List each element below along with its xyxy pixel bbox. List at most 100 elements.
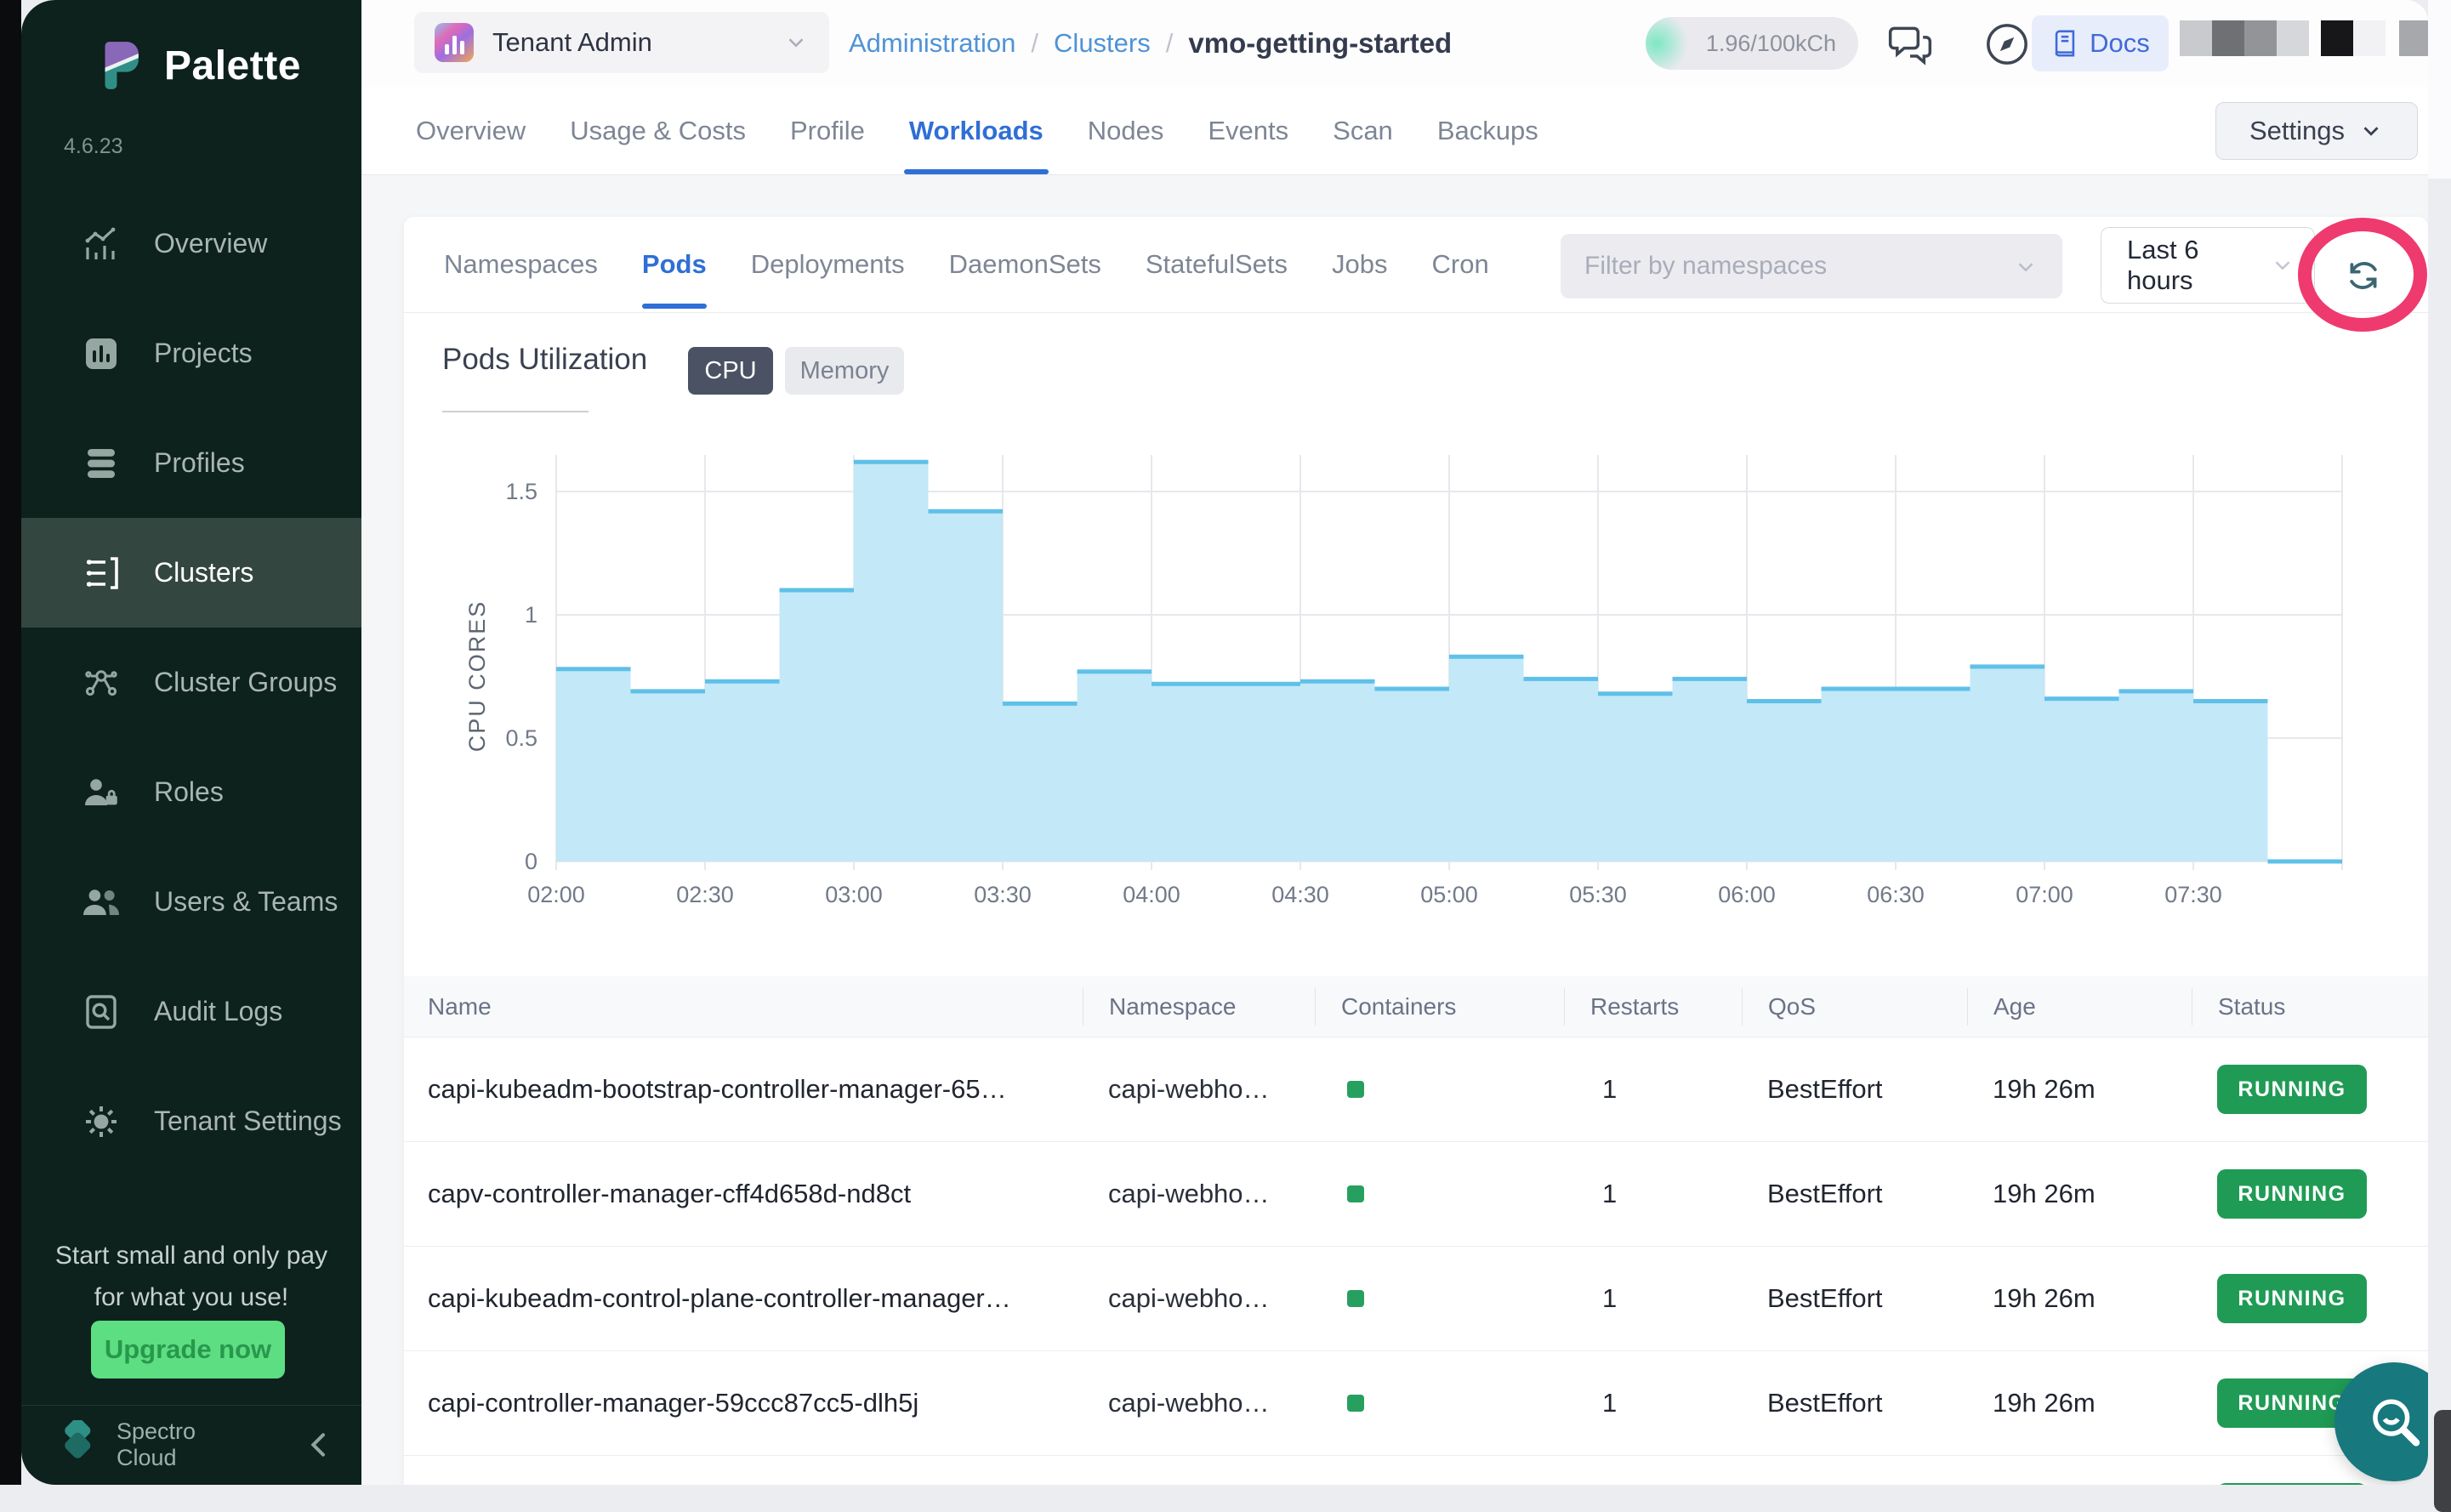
breadcrumb-administration[interactable]: Administration — [849, 28, 1015, 59]
sidebar-item-label: Audit Logs — [154, 996, 282, 1027]
docs-label: Docs — [2090, 28, 2150, 59]
table-row[interactable]: capi-kubeadm-control-plane-controller-ma… — [404, 1247, 2428, 1351]
settings-button[interactable]: Settings — [2215, 102, 2418, 160]
tab-workloads[interactable]: Workloads — [909, 87, 1044, 174]
column-header-namespace[interactable]: Namespace — [1083, 988, 1340, 1026]
sidebar-collapse-icon[interactable] — [302, 1428, 336, 1462]
sidebar-item-cluster-groups[interactable]: Cluster Groups — [21, 628, 361, 737]
tab-nodes[interactable]: Nodes — [1088, 87, 1164, 174]
table-row[interactable]: capv-controller-manager-cff4d658d-nd8ctc… — [404, 1142, 2428, 1247]
sidebar-item-overview[interactable]: Overview — [21, 189, 361, 298]
sidebar-item-label: Tenant Settings — [154, 1106, 342, 1137]
users-teams-icon — [81, 882, 122, 923]
table-row-partial[interactable]: capi-…capi-webho…1BestEffort19h 26mRUNNI… — [404, 1456, 2428, 1485]
cluster-tabs: Overview Usage & Costs Profile Workloads Nod… — [361, 87, 2428, 175]
tab-scan[interactable]: Scan — [1333, 87, 1393, 174]
compass-icon[interactable] — [1983, 20, 2031, 68]
chevron-down-icon — [2013, 254, 2039, 280]
subtab-jobs[interactable]: Jobs — [1332, 217, 1387, 312]
toggle-cpu[interactable]: CPU — [688, 347, 773, 395]
time-range-dropdown[interactable]: Last 6 hours — [2101, 227, 2315, 304]
scrollbar-thumb[interactable] — [2434, 1410, 2451, 1512]
redacted-block — [2244, 20, 2277, 56]
svg-text:05:30: 05:30 — [1569, 882, 1627, 907]
desktop-edge-right — [2428, 0, 2451, 1485]
sidebar-item-users-teams[interactable]: Users & Teams — [21, 847, 361, 957]
pod-restarts: 1 — [1589, 1179, 1767, 1209]
svg-text:02:00: 02:00 — [527, 882, 585, 907]
sidebar-divider — [21, 1405, 361, 1406]
chat-icon[interactable] — [1886, 20, 1934, 68]
svg-text:CPU CORES: CPU CORES — [464, 600, 490, 753]
subtab-namespaces[interactable]: Namespaces — [444, 217, 598, 312]
pod-name: capi-controller-manager-59ccc87cc5-dlh5j — [428, 1388, 1108, 1418]
tab-profile[interactable]: Profile — [790, 87, 865, 174]
subtab-daemonsets[interactable]: DaemonSets — [949, 217, 1101, 312]
breadcrumb-clusters[interactable]: Clusters — [1054, 28, 1151, 59]
pod-name: capv-controller-manager-cff4d658d-nd8ct — [428, 1179, 1108, 1209]
profiles-icon — [81, 443, 122, 484]
pod-containers — [1340, 1179, 1589, 1209]
roles-icon — [81, 772, 122, 813]
sidebar-item-clusters[interactable]: Clusters — [21, 518, 361, 628]
redacted-block — [2180, 20, 2212, 56]
footer-brand-top: Spectro — [117, 1418, 288, 1445]
tab-backups[interactable]: Backups — [1437, 87, 1538, 174]
table-row[interactable]: capi-controller-manager-59ccc87cc5-dlh5j… — [404, 1351, 2428, 1456]
settings-label: Settings — [2249, 116, 2345, 146]
docs-button[interactable]: Docs — [2032, 15, 2169, 71]
top-header: Tenant Admin Administration / Clusters /… — [361, 0, 2428, 87]
refresh-icon[interactable] — [2343, 255, 2384, 296]
column-header-name[interactable]: Name — [428, 988, 1108, 1026]
namespace-filter-input[interactable] — [1561, 234, 2062, 298]
sidebar-item-label: Clusters — [154, 557, 253, 588]
tab-overview[interactable]: Overview — [416, 87, 526, 174]
book-icon — [2050, 29, 2079, 58]
pod-qos: BestEffort — [1767, 1388, 1993, 1418]
upgrade-now-button[interactable]: Upgrade now — [91, 1321, 285, 1378]
subtab-statefulsets[interactable]: StatefulSets — [1146, 217, 1288, 312]
audit-logs-icon — [81, 992, 122, 1032]
column-header-containers[interactable]: Containers — [1315, 988, 1589, 1026]
redacted-block — [2321, 20, 2353, 56]
pod-status: RUNNING — [2217, 1065, 2428, 1114]
sidebar: Palette 4.6.23 OverviewProjectsProfilesC… — [21, 0, 361, 1485]
column-header-restarts[interactable]: Restarts — [1564, 988, 1767, 1026]
chart-title-underline — [442, 411, 589, 412]
sidebar-item-roles[interactable]: Roles — [21, 737, 361, 847]
pod-restarts: 1 — [1589, 1074, 1767, 1105]
redacted-block — [2212, 20, 2244, 56]
column-header-qos[interactable]: QoS — [1742, 988, 1993, 1026]
status-badge: RUNNING — [2217, 1065, 2367, 1114]
tenant-selector[interactable]: Tenant Admin — [414, 12, 829, 73]
sidebar-item-label: Users & Teams — [154, 886, 338, 918]
pod-qos: BestEffort — [1767, 1179, 1993, 1209]
footer-brand-bottom: Cloud — [117, 1445, 288, 1471]
svg-text:1: 1 — [525, 602, 537, 628]
breadcrumb: Administration / Clusters / vmo-getting-… — [849, 0, 1452, 87]
pod-namespace: capi-webho… — [1108, 1283, 1340, 1314]
svg-text:02:30: 02:30 — [676, 882, 734, 907]
sidebar-item-tenant-settings[interactable]: Tenant Settings — [21, 1066, 361, 1176]
sidebar-item-projects[interactable]: Projects — [21, 298, 361, 408]
projects-icon — [81, 333, 122, 374]
sidebar-item-audit-logs[interactable]: Audit Logs — [21, 957, 361, 1066]
subtab-cron[interactable]: Cron — [1432, 217, 1489, 312]
svg-text:1.5: 1.5 — [505, 479, 537, 504]
version-label: 4.6.23 — [64, 134, 123, 159]
svg-text:0.5: 0.5 — [505, 725, 537, 751]
svg-text:07:30: 07:30 — [2164, 882, 2222, 907]
tab-events[interactable]: Events — [1208, 87, 1288, 174]
pod-namespace: capi-webho… — [1108, 1074, 1340, 1105]
container-status-square — [1347, 1290, 1364, 1307]
subtab-pods[interactable]: Pods — [642, 217, 707, 312]
promo-text: Start small and only pay for what you us… — [21, 1235, 361, 1318]
table-row[interactable]: capi-kubeadm-bootstrap-controller-manage… — [404, 1037, 2428, 1142]
column-header-age[interactable]: Age — [1967, 988, 2217, 1026]
subtab-deployments[interactable]: Deployments — [751, 217, 905, 312]
sidebar-item-profiles[interactable]: Profiles — [21, 408, 361, 518]
column-header-status[interactable]: Status — [2192, 988, 2428, 1026]
tab-usage-costs[interactable]: Usage & Costs — [570, 87, 746, 174]
pod-qos: BestEffort — [1767, 1074, 1993, 1105]
toggle-memory[interactable]: Memory — [785, 347, 904, 395]
